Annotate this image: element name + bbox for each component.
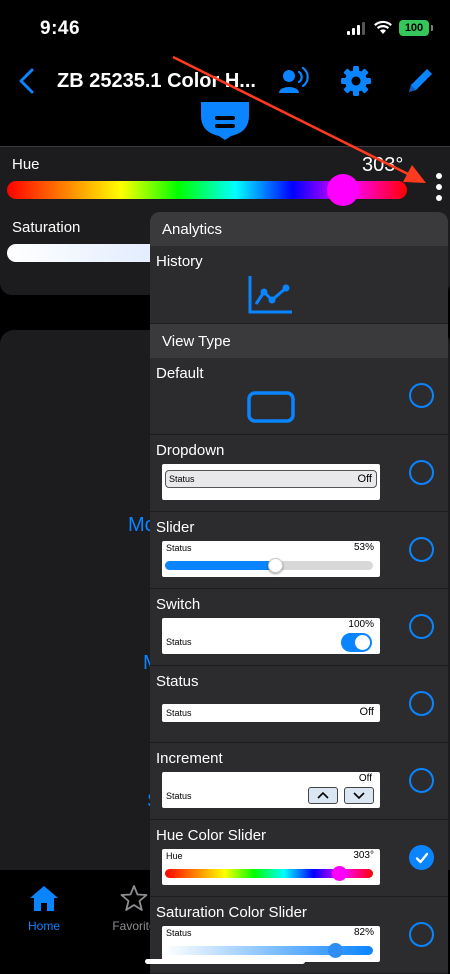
nav-bar: ZB 25235.1 Color H... (0, 56, 450, 146)
option-radio[interactable] (409, 691, 434, 716)
hue-label: Hue (12, 156, 40, 173)
preview-hue-thumb (332, 866, 348, 881)
preview-value: 100% (348, 619, 374, 630)
preview-value: Off (358, 773, 372, 784)
chevron-down-icon (353, 792, 365, 800)
view-option-slider[interactable]: Slider Status 53% (150, 512, 448, 589)
device-view-tab-icon[interactable] (201, 102, 249, 140)
preview-value: 303° (353, 850, 374, 861)
view-option-default[interactable]: Default (150, 358, 448, 435)
history-option[interactable]: History (150, 246, 448, 324)
hue-value: 303° (362, 154, 404, 176)
wifi-icon (374, 20, 392, 34)
cellular-signal-icon (347, 22, 365, 35)
option-title: Switch (156, 596, 201, 613)
chevron-up-icon (317, 791, 329, 799)
preview-value: 53% (353, 542, 374, 553)
preview-label: Hue (166, 851, 183, 861)
view-option-status[interactable]: Status Status Off (150, 666, 448, 743)
gear-icon[interactable] (340, 65, 372, 97)
hue-slider-preview: Hue 303° (162, 849, 380, 885)
preview-toggle (341, 633, 372, 652)
view-type-header: View Type (150, 324, 448, 358)
switch-preview: 100% Status (162, 618, 380, 654)
option-title: Default (156, 365, 204, 382)
tab-home[interactable]: Home (9, 884, 79, 933)
option-radio[interactable] (409, 537, 434, 562)
preview-label: Status (166, 928, 192, 938)
home-icon (30, 886, 58, 911)
option-title: Hue Color Slider (156, 827, 267, 844)
preview-label: Status (166, 637, 192, 647)
view-option-increment[interactable]: Increment Off Status (150, 743, 448, 820)
option-title: Increment (156, 750, 223, 767)
increment-preview: Off Status (162, 772, 380, 808)
status-preview: Status Off (162, 704, 380, 722)
preview-saturation-thumb (328, 943, 344, 958)
view-type-popup: Analytics History View Type Default Drop… (150, 212, 448, 974)
preview-label: Status (166, 708, 192, 718)
option-radio[interactable] (409, 768, 434, 793)
option-radio-selected[interactable] (409, 845, 434, 870)
edit-pencil-icon[interactable] (404, 65, 436, 97)
preview-label: Status (166, 791, 192, 801)
preview-label: Status (166, 543, 192, 553)
option-radio[interactable] (409, 614, 434, 639)
view-option-hue-color-slider[interactable]: Hue Color Slider Hue 303° (150, 820, 448, 897)
battery-indicator: 100 (399, 20, 433, 36)
option-title: Dropdown (156, 442, 225, 459)
option-title: Slider (156, 519, 195, 536)
default-view-icon (247, 391, 295, 423)
checkmark-icon (415, 852, 429, 864)
option-radio[interactable] (409, 383, 434, 408)
hue-slider-thumb[interactable] (327, 174, 359, 206)
option-radio[interactable] (409, 460, 434, 485)
preview-increment-down-button (344, 787, 374, 804)
star-icon (120, 885, 148, 911)
status-time: 9:46 (40, 18, 81, 39)
option-title: Saturation Color Slider (156, 904, 307, 921)
preview-slider-fill (165, 561, 276, 570)
tab-home-label: Home (27, 919, 60, 933)
preview-value: 82% (353, 927, 374, 938)
history-label: History (156, 253, 203, 270)
view-option-switch[interactable]: Switch 100% Status (150, 589, 448, 666)
view-option-dropdown[interactable]: Dropdown Status Off (150, 435, 448, 512)
line-chart-icon (248, 276, 292, 314)
voice-control-icon[interactable] (277, 65, 309, 97)
preview-value: Off (359, 706, 374, 718)
home-indicator (145, 959, 305, 964)
slider-preview: Status 53% (162, 541, 380, 577)
page-title: ZB 25235.1 Color H... (57, 70, 256, 92)
saturation-slider-preview: Status 82% (162, 926, 380, 962)
preview-label: Status (169, 474, 195, 484)
preview-increment-up-button (308, 787, 338, 804)
back-chevron-icon[interactable] (14, 66, 40, 96)
saturation-label: Saturation (12, 219, 81, 236)
analytics-header: Analytics (150, 212, 448, 246)
status-bar: 9:46 100 (0, 0, 450, 56)
option-radio[interactable] (409, 922, 434, 947)
preview-value: Off (357, 473, 372, 485)
option-title: Status (156, 673, 199, 690)
preview-slider-thumb (267, 558, 283, 573)
more-options-icon[interactable] (431, 173, 447, 203)
preview-dropdown-field: Status Off (165, 470, 377, 488)
dropdown-preview: Status Off (162, 464, 380, 500)
